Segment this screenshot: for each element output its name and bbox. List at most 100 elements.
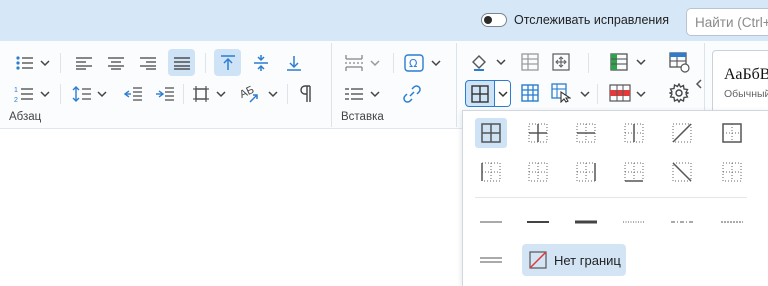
paint-bucket-icon [472,55,486,71]
align-center-icon [108,57,124,70]
search-box[interactable] [686,8,768,36]
chevron-down-icon[interactable] [268,89,278,99]
chevron-down-icon[interactable] [40,89,50,99]
columns-button[interactable] [342,82,366,106]
table-grid-icon [521,53,539,71]
svg-text:1: 1 [14,87,18,94]
align-center-button[interactable] [104,51,128,75]
line-style-dashed[interactable] [716,207,748,237]
search-input[interactable] [687,9,768,35]
divider [597,84,598,104]
line-style-dotted[interactable] [618,207,650,237]
split-cells-button[interactable] [549,50,573,74]
chevron-down-icon[interactable] [636,57,646,67]
insert-symbol-button[interactable]: Ω [402,51,426,75]
document-canvas[interactable] [0,130,462,286]
decrease-indent-button[interactable] [121,82,145,106]
diagonal-up-border-option[interactable] [666,118,698,148]
table-settings-icon [669,52,690,73]
valign-top-button[interactable] [214,49,241,76]
style-preview-normal[interactable]: АаБбВвГг Обычный [712,50,768,114]
inner-borders-option[interactable] [522,118,554,148]
line-style-thin[interactable] [475,207,507,237]
toggle-knob [484,16,492,24]
outer-borders-option[interactable] [716,118,748,148]
no-borders-option[interactable]: Нет границ [522,244,626,276]
merge-cells-button[interactable] [518,50,542,74]
line-style-double[interactable] [475,245,507,275]
no-inner-borders-option[interactable] [716,157,748,187]
delete-row-button[interactable] [607,81,633,105]
chevron-down-icon[interactable] [636,89,646,99]
thin-line-icon [480,221,502,223]
valign-middle-icon [254,55,268,71]
increase-indent-button[interactable] [153,82,177,106]
line-style-thick[interactable] [570,207,602,237]
insert-column-button[interactable] [607,50,631,74]
all-borders-icon [481,123,501,143]
valign-middle-button[interactable] [249,51,273,75]
bottom-border-option[interactable] [618,157,650,187]
inner-vertical-borders-option[interactable] [618,118,650,148]
svg-text:Ω: Ω [409,57,417,70]
track-changes-toggle[interactable] [481,13,507,27]
chevron-down-icon [498,91,508,98]
select-table-button[interactable] [549,81,573,105]
divider [60,53,61,73]
chevron-down-icon[interactable] [40,58,50,68]
align-left-icon [76,57,92,70]
chevron-down-icon[interactable] [496,57,506,67]
double-line-icon [480,257,502,263]
left-border-icon [481,162,501,182]
diagonal-down-border-option[interactable] [666,157,698,187]
chevron-left-icon[interactable] [694,79,704,89]
borders-icon [471,84,489,103]
delete-row-icon [609,84,631,102]
align-justify-button[interactable] [168,49,195,76]
table-settings-button[interactable] [666,49,692,75]
chevron-down-icon[interactable] [370,58,380,68]
chevron-down-icon[interactable] [97,89,107,99]
cell-fill-button[interactable] [467,50,491,74]
formatting-marks-button[interactable] [294,82,318,106]
track-changes-label: Отслеживать исправления [514,13,670,27]
text-direction-icon: АБ [238,84,258,103]
valign-top-icon [220,54,235,70]
table-style-button[interactable] [518,81,542,105]
table-properties-button[interactable] [666,81,692,105]
line-style-medium[interactable] [522,207,554,237]
insert-group-label: Вставка [341,111,384,123]
divider [287,84,288,104]
valign-bottom-button[interactable] [282,51,306,75]
all-borders-option[interactable] [475,118,507,148]
inner-vertical-icon [624,123,644,143]
group-divider [456,43,457,127]
top-bottom-borders-option[interactable] [522,157,554,187]
cell-margins-button[interactable] [189,82,213,106]
chevron-down-icon[interactable] [431,58,441,68]
outer-borders-icon [722,123,742,143]
chevron-down-icon[interactable] [370,89,380,99]
left-border-option[interactable] [475,157,507,187]
text-direction-button[interactable]: АБ [236,81,262,107]
insert-link-button[interactable] [400,82,424,106]
borders-dropdown-toggle[interactable] [494,81,510,106]
line-style-dash-dot[interactable] [666,207,698,237]
line-spacing-button[interactable] [70,82,94,106]
chevron-down-icon[interactable] [216,89,226,99]
borders-button[interactable] [465,80,511,107]
svg-text:2: 2 [14,97,18,103]
align-left-button[interactable] [72,51,96,75]
align-right-button[interactable] [136,51,160,75]
inner-horizontal-borders-option[interactable] [570,118,602,148]
list-lines-icon [345,88,363,100]
chevron-down-icon[interactable] [580,89,590,99]
bullet-list-button[interactable] [12,51,36,75]
table-icon [521,84,539,102]
right-border-option[interactable] [570,157,602,187]
page-break-button[interactable] [342,51,366,75]
gear-icon [669,83,689,103]
no-borders-label: Нет границ [554,252,621,268]
group-divider [331,43,332,127]
numbered-list-button[interactable]: 12 [12,82,36,106]
